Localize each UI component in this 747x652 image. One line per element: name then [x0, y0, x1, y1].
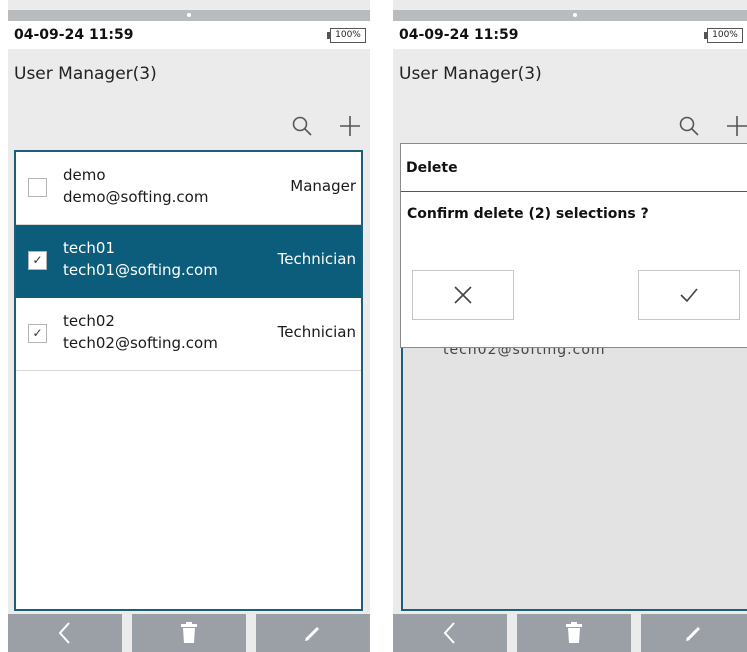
dialog-divider	[401, 191, 747, 192]
user-manager-delete-dialog-screen: 04-09-24 11:59 100% User Manager(3) tech…	[393, 0, 747, 652]
user-email: tech02@softing.com	[63, 334, 218, 352]
status-bar: 04-09-24 11:59 100%	[8, 21, 370, 49]
back-button[interactable]	[8, 614, 122, 652]
page-title: User Manager(3)	[14, 64, 157, 84]
delete-dialog: Delete Confirm delete (2) selections ?	[400, 143, 747, 348]
user-name: tech01	[63, 239, 115, 257]
back-icon	[443, 622, 455, 644]
user-role: Technician	[277, 250, 356, 268]
edit-icon	[305, 626, 320, 641]
user-email: tech01@softing.com	[63, 261, 218, 279]
user-role: Technician	[277, 323, 356, 341]
status-bar: 04-09-24 11:59 100%	[393, 21, 747, 49]
plus-icon[interactable]	[725, 114, 747, 138]
top-indicator-dot	[187, 13, 191, 17]
bottom-toolbar	[393, 614, 747, 652]
user-row-tech01[interactable]: ✓ tech01 tech01@softing.com Technician	[16, 225, 361, 298]
dialog-title: Delete	[406, 160, 458, 176]
search-icon[interactable]	[677, 114, 701, 138]
back-icon	[58, 622, 70, 644]
status-time: 04-09-24 11:59	[14, 27, 134, 43]
row-checkbox[interactable]: ✓	[28, 251, 47, 270]
row-checkbox[interactable]: ✓	[28, 324, 47, 343]
top-strip	[393, 10, 747, 21]
back-button[interactable]	[393, 614, 507, 652]
trash-icon	[566, 622, 582, 643]
page-title: User Manager(3)	[399, 64, 542, 84]
user-name: tech02	[63, 312, 115, 330]
user-manager-screen: 04-09-24 11:59 100% User Manager(3) demo…	[8, 0, 370, 652]
status-time: 04-09-24 11:59	[399, 27, 519, 43]
delete-button[interactable]	[517, 614, 631, 652]
confirm-button[interactable]	[638, 270, 740, 320]
top-indicator-dot	[573, 13, 577, 17]
user-name: demo	[63, 166, 106, 184]
dialog-message: Confirm delete (2) selections ?	[407, 206, 649, 222]
close-icon	[454, 286, 472, 304]
user-list: demo demo@softing.com Manager ✓ tech01 t…	[14, 150, 363, 611]
edit-button[interactable]	[641, 614, 747, 652]
row-checkbox[interactable]	[28, 178, 47, 197]
plus-icon[interactable]	[338, 114, 362, 138]
user-row-demo[interactable]: demo demo@softing.com Manager	[16, 152, 361, 225]
cancel-button[interactable]	[412, 270, 514, 320]
edit-icon	[686, 626, 701, 641]
delete-button[interactable]	[132, 614, 246, 652]
user-email: demo@softing.com	[63, 188, 209, 206]
battery-indicator: 100%	[704, 28, 743, 43]
top-strip	[8, 10, 370, 21]
bottom-toolbar	[8, 614, 370, 652]
check-icon	[680, 288, 698, 303]
user-row-tech02[interactable]: ✓ tech02 tech02@softing.com Technician	[16, 298, 361, 371]
edit-button[interactable]	[256, 614, 370, 652]
trash-icon	[181, 622, 197, 643]
battery-indicator: 100%	[327, 28, 366, 43]
user-role: Manager	[290, 177, 356, 195]
search-icon[interactable]	[290, 114, 314, 138]
